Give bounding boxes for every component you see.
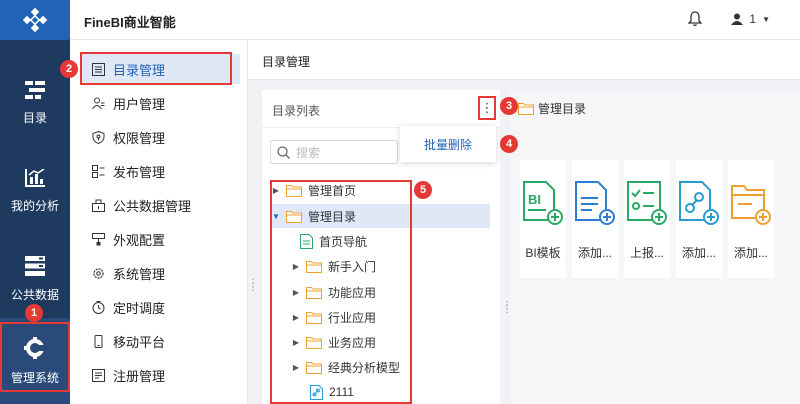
rail-item-my-analysis[interactable]: 我的分析 <box>0 148 70 234</box>
add-doc-icon <box>575 181 615 225</box>
add-link-card[interactable]: 添加... <box>676 160 722 278</box>
annotation-box-2 <box>80 52 232 85</box>
menu-item-label: 外观配置 <box>113 232 166 248</box>
database-icon <box>25 255 45 276</box>
card-label: 添加... <box>733 246 768 260</box>
menu-item-label: 移动平台 <box>113 334 166 350</box>
chevron-down-icon: ▼ <box>762 14 770 24</box>
user-icon <box>731 13 744 25</box>
public-data-icon <box>92 199 105 212</box>
page-title: 目录管理 <box>248 40 800 80</box>
annotation-badge-2: 2 <box>60 60 78 78</box>
register-icon <box>92 368 105 382</box>
settings-icon <box>93 267 104 279</box>
bi-template-add-icon: BI <box>523 181 563 225</box>
card-label: 上报... <box>629 246 664 260</box>
menu-item-publish-manage[interactable]: 发布管理 <box>80 156 240 186</box>
add-link-icon <box>679 181 719 225</box>
search-input[interactable]: 搜索 <box>270 140 398 164</box>
annotation-badge-1: 1 <box>25 304 43 322</box>
menu-item-mobile-platform[interactable]: 移动平台 <box>80 326 240 356</box>
appearance-icon <box>92 232 105 245</box>
user-name: 1 <box>749 12 757 26</box>
mobile-icon <box>94 334 103 348</box>
user-menu[interactable]: 1 ▼ <box>731 12 770 26</box>
card-label: 添加... <box>577 246 612 260</box>
top-header: FineBI商业智能 1 ▼ <box>70 0 800 40</box>
menu-item-scheduled-task[interactable]: 定时调度 <box>80 292 240 322</box>
rail-item-catalog[interactable]: 目录 <box>0 60 70 146</box>
svg-text:BI: BI <box>528 192 541 207</box>
menu-item-register-manage[interactable]: 注册管理 <box>80 360 240 390</box>
annotation-badge-3: 3 <box>500 97 518 115</box>
menu-item-public-data-manage[interactable]: 公共数据管理 <box>80 190 240 220</box>
menu-item-label: 注册管理 <box>113 368 166 384</box>
user-manage-icon <box>92 97 105 109</box>
annotation-box-5 <box>270 180 412 404</box>
batch-delete-menu: 批量删除 <box>400 126 496 162</box>
catalog-icon <box>25 80 45 99</box>
annotation-badge-4: 4 <box>500 135 518 153</box>
menu-item-system-manage[interactable]: 系统管理 <box>80 258 240 288</box>
publish-icon <box>92 164 105 178</box>
menu-item-permission-manage[interactable]: 权限管理 <box>80 122 240 152</box>
batch-delete-option[interactable]: 批量删除 <box>424 136 472 153</box>
annotation-badge-5: 5 <box>414 181 432 199</box>
annotation-box-1 <box>0 322 70 392</box>
menu-item-label: 公共数据管理 <box>113 198 192 214</box>
card-label: 添加... <box>681 246 716 260</box>
resize-handle-icon[interactable]: ⋮ ⋮ <box>248 279 258 293</box>
app-title: FineBI商业智能 <box>84 15 176 30</box>
timer-icon <box>92 300 105 314</box>
add-folder-icon <box>731 185 771 225</box>
add-folder-card[interactable]: 添加... <box>728 160 774 278</box>
menu-item-label: 权限管理 <box>113 130 166 146</box>
folder-icon <box>518 103 534 115</box>
bell-icon[interactable] <box>687 11 703 30</box>
menu-item-label: 发布管理 <box>113 164 166 180</box>
current-folder-title: 管理目录 <box>518 100 586 117</box>
rail-item-label: 公共数据 <box>10 287 59 302</box>
card-label: BI模板 <box>525 246 561 260</box>
rail-item-label: 目录 <box>22 110 47 125</box>
search-icon <box>277 145 290 159</box>
menu-item-label: 用户管理 <box>113 96 166 112</box>
analysis-chart-icon <box>25 168 45 187</box>
report-add-icon <box>627 181 667 225</box>
add-bi-template-card[interactable]: BI BI模板 <box>520 160 566 278</box>
rail-item-label: 我的分析 <box>10 198 59 213</box>
shield-icon <box>92 130 105 144</box>
current-folder-label: 管理目录 <box>538 102 587 116</box>
menu-item-label: 系统管理 <box>113 266 166 282</box>
search-placeholder: 搜索 <box>296 145 321 160</box>
finebi-logo-icon[interactable] <box>0 0 70 40</box>
annotation-box-3 <box>478 96 496 120</box>
menu-item-label: 定时调度 <box>113 300 166 316</box>
panel-title: 目录列表 <box>262 90 500 128</box>
menu-item-appearance-config[interactable]: 外观配置 <box>80 224 240 254</box>
management-menu: 目录管理 用户管理 权限管理 发布管理 公共数据管理 外观配置 系统管理 定时调… <box>70 40 248 404</box>
add-report-card[interactable]: 上报... <box>624 160 670 278</box>
add-document-card[interactable]: 添加... <box>572 160 618 278</box>
menu-item-user-manage[interactable]: 用户管理 <box>80 88 240 118</box>
